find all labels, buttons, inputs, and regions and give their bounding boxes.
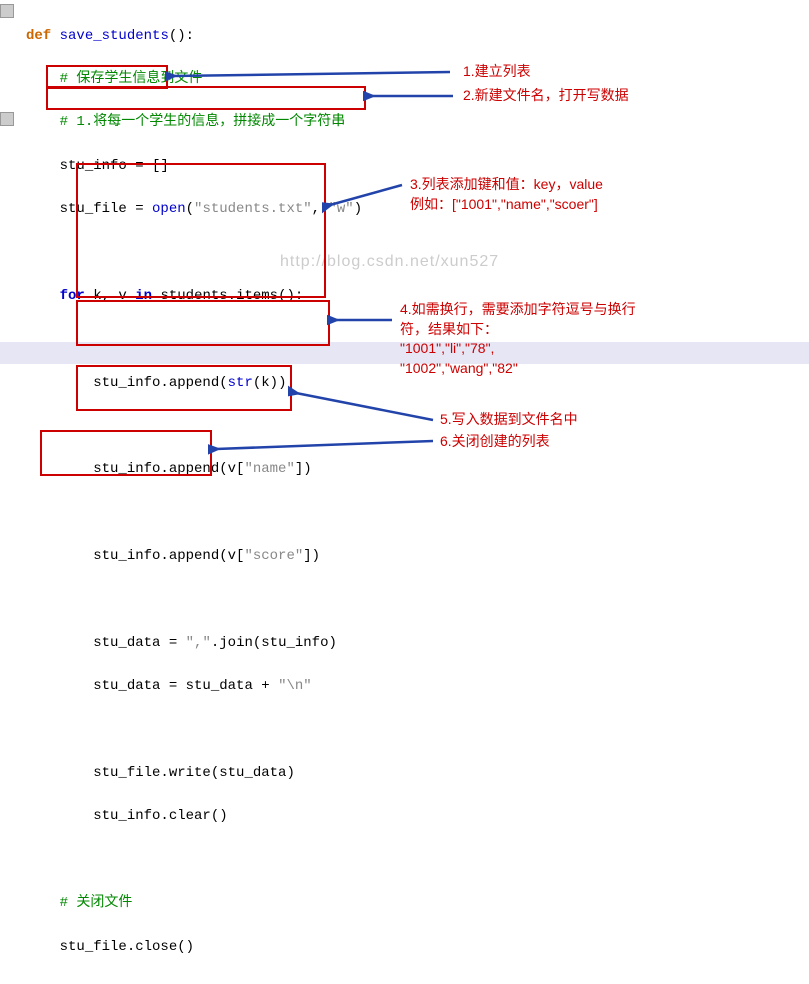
annotation-3a: 3.列表添加键和值：key，value (410, 176, 603, 192)
arrow-3 (322, 175, 407, 215)
code-block: def save_students(): # 保存学生信息到文件 # 1.将每一… (26, 4, 809, 980)
fold-marker (0, 4, 14, 18)
blank-line (26, 503, 809, 525)
stmt: stu_info = [] (60, 158, 169, 174)
stmt-a: stu_file = (60, 201, 152, 217)
annotation-4a: 4.如需换行，需要添加字符逗号与换行 (400, 301, 636, 317)
comment: # 1.将每一个学生的信息，拼接成一个字符串 (60, 114, 346, 130)
code-line: stu_file.write(stu_data) (26, 763, 809, 785)
annotation-3b: 例如：["1001","name","scoer"] (410, 196, 598, 212)
code-line: # 关闭文件 (26, 893, 809, 915)
blank-line (26, 850, 809, 872)
parens: (): (169, 28, 194, 44)
keyword-def: def (26, 28, 51, 44)
annotation-4c: "1001","li","78", (400, 340, 494, 356)
annotation-6: 6.关闭创建的列表 (440, 432, 550, 452)
annotation-4: 4.如需换行，需要添加字符逗号与换行 符，结果如下： "1001","li","… (400, 300, 636, 378)
code-line: stu_info.append(v["score"]) (26, 546, 809, 568)
code-line: stu_data = stu_data + "\n" (26, 676, 809, 698)
arrow-6 (208, 435, 438, 455)
code-line: # 1.将每一个学生的信息，拼接成一个字符串 (26, 112, 809, 134)
kw-for: for (60, 288, 85, 304)
annotation-3: 3.列表添加键和值：key，value 例如：["1001","name","s… (410, 175, 603, 214)
blank-line (26, 243, 809, 265)
str: "students.txt" (194, 201, 312, 217)
kw-in: in (135, 288, 152, 304)
annotation-5: 5.写入数据到文件名中 (440, 410, 578, 430)
code-line: stu_data = ",".join(stu_info) (26, 633, 809, 655)
comment: # 关闭文件 (60, 895, 133, 911)
arrow-4 (327, 310, 397, 330)
blank-line (26, 720, 809, 742)
annotation-2: 2.新建文件名，打开写数据 (463, 86, 629, 106)
code-line: stu_info.append(v["name"]) (26, 459, 809, 481)
arrow-2 (363, 86, 458, 106)
arrow-1 (165, 62, 455, 82)
code-line: stu_file.close() (26, 937, 809, 959)
gutter (0, 0, 16, 984)
func-name: save_students (60, 28, 169, 44)
builtin: open (152, 201, 186, 217)
arrow-5 (288, 385, 438, 425)
annotation-4b: 符，结果如下： (400, 321, 498, 337)
blank-line (26, 590, 809, 612)
code-line: stu_info.clear() (26, 806, 809, 828)
annotation-1: 1.建立列表 (463, 62, 531, 82)
fold-marker (0, 112, 14, 126)
p: ( (186, 201, 194, 217)
code-line: def save_students(): (26, 26, 809, 48)
annotation-4d: "1002","wang","82" (400, 360, 518, 376)
